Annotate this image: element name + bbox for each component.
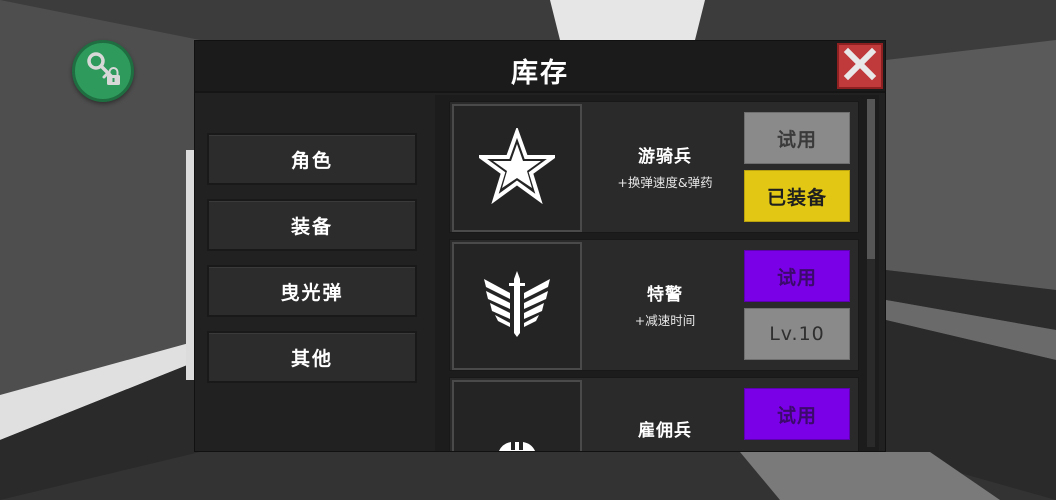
item-icon-frame <box>452 242 582 370</box>
close-button[interactable] <box>837 43 883 89</box>
category-button-tracers[interactable]: 曳光弹 <box>207 265 417 317</box>
list-item: 雇佣兵 试用 <box>449 377 859 451</box>
level-requirement-button[interactable]: Lv.10 <box>744 308 850 360</box>
star-icon <box>474 126 560 208</box>
panel-header: 库存 <box>195 41 885 93</box>
trial-button[interactable]: 试用 <box>744 250 850 302</box>
category-button-characters[interactable]: 角色 <box>207 133 417 185</box>
inventory-panel: 库存 角色 装备 曳光弹 其他 游骑兵 +换弹速度&弹药 试用 已装备 特警 +… <box>194 40 886 452</box>
key-lock-icon <box>83 49 123 93</box>
item-icon-frame <box>452 104 582 232</box>
trial-button[interactable]: 试用 <box>744 388 850 440</box>
category-button-equipment[interactable]: 装备 <box>207 199 417 251</box>
item-list[interactable]: 游骑兵 +换弹速度&弹药 试用 已装备 特警 +减速时间 试用 Lv.10 雇佣… <box>435 95 879 451</box>
item-description: +换弹速度&弹药 <box>617 175 713 190</box>
item-icon-frame <box>452 380 582 451</box>
item-name: 游骑兵 <box>638 147 692 167</box>
item-name: 雇佣兵 <box>638 421 692 441</box>
key-lock-badge[interactable] <box>72 40 134 102</box>
scroll-thumb[interactable] <box>867 99 875 259</box>
trial-button[interactable]: 试用 <box>744 112 850 164</box>
list-item: 特警 +减速时间 试用 Lv.10 <box>449 239 859 371</box>
scrollbar[interactable] <box>867 99 875 447</box>
panel-title: 库存 <box>511 58 569 89</box>
equipped-button[interactable]: 已装备 <box>744 170 850 222</box>
category-button-other[interactable]: 其他 <box>207 331 417 383</box>
close-icon <box>843 47 877 85</box>
list-item: 游骑兵 +换弹速度&弹药 试用 已装备 <box>449 101 859 233</box>
item-description: +减速时间 <box>634 313 696 328</box>
item-name: 特警 <box>647 285 683 305</box>
winged-sword-icon <box>482 269 552 343</box>
helmet-icon <box>491 440 543 451</box>
